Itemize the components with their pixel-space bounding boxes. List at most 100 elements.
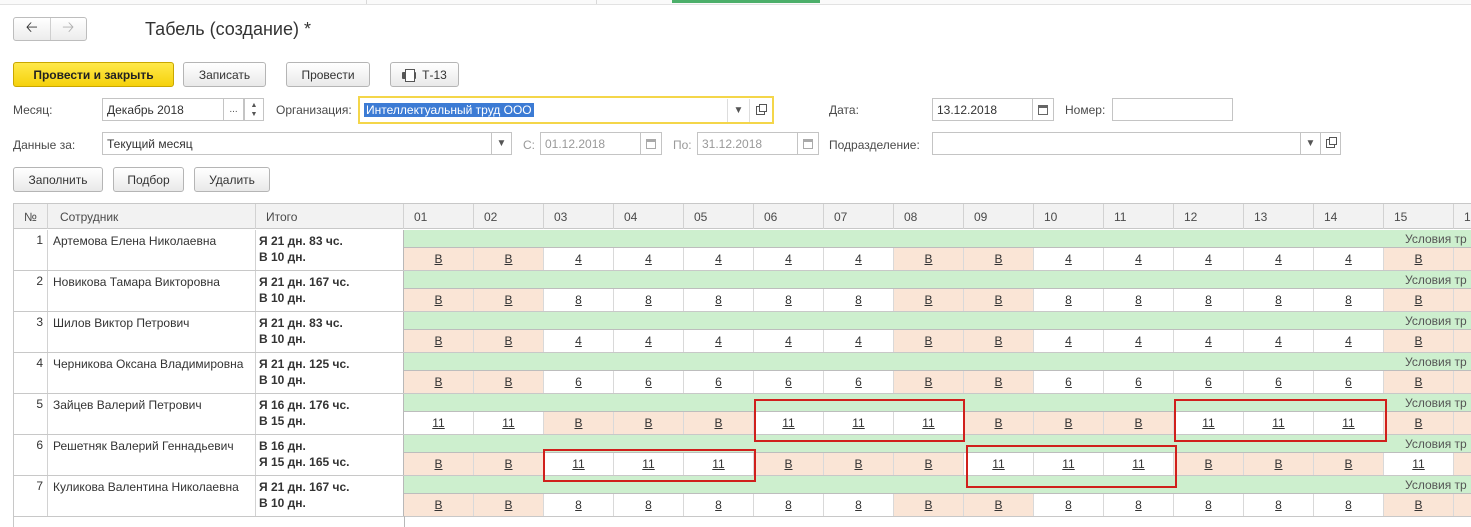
- select-button[interactable]: Подбор: [113, 167, 184, 192]
- day-cell[interactable]: В: [964, 289, 1034, 311]
- employee-name[interactable]: Решетняк Валерий Геннадьевич: [48, 435, 256, 475]
- day-cell[interactable]: В: [474, 494, 544, 516]
- column-header-day[interactable]: 08: [894, 204, 964, 229]
- column-header-day[interactable]: 11: [1104, 204, 1174, 229]
- employee-name[interactable]: Зайцев Валерий Петрович: [48, 394, 256, 434]
- day-cell[interactable]: [1454, 248, 1471, 270]
- day-cell[interactable]: В: [964, 371, 1034, 393]
- day-cell[interactable]: 6: [1174, 371, 1244, 393]
- day-cell[interactable]: В: [474, 453, 544, 475]
- day-cell[interactable]: 11: [964, 453, 1034, 475]
- column-header-day[interactable]: 12: [1174, 204, 1244, 229]
- day-cell[interactable]: В: [894, 494, 964, 516]
- day-cell[interactable]: В: [474, 371, 544, 393]
- day-cell[interactable]: В: [1384, 289, 1454, 311]
- day-cell[interactable]: 11: [824, 412, 894, 434]
- day-cell[interactable]: В: [474, 248, 544, 270]
- day-cell[interactable]: [1454, 494, 1471, 516]
- column-header-day[interactable]: 15: [1384, 204, 1454, 229]
- to-date-input[interactable]: 31.12.2018: [697, 132, 798, 155]
- day-cell[interactable]: 4: [1314, 330, 1384, 352]
- day-cell[interactable]: 4: [614, 248, 684, 270]
- day-cell[interactable]: 8: [754, 494, 824, 516]
- fill-button[interactable]: Заполнить: [13, 167, 103, 192]
- day-cell[interactable]: В: [474, 330, 544, 352]
- day-cell[interactable]: [1454, 330, 1471, 352]
- work-conditions-band[interactable]: Условия тр: [404, 230, 1471, 248]
- day-cell[interactable]: 8: [1174, 289, 1244, 311]
- employee-name[interactable]: Новикова Тамара Викторовна: [48, 271, 256, 311]
- day-cell[interactable]: В: [964, 248, 1034, 270]
- day-cell[interactable]: В: [474, 289, 544, 311]
- open-icon[interactable]: [1320, 132, 1341, 155]
- day-cell[interactable]: В: [1244, 453, 1314, 475]
- open-icon[interactable]: [749, 99, 771, 122]
- column-header-day[interactable]: 05: [684, 204, 754, 229]
- employee-name[interactable]: Черникова Оксана Владимировна: [48, 353, 256, 393]
- day-cell[interactable]: В: [964, 494, 1034, 516]
- period-select[interactable]: Текущий месяц: [102, 132, 492, 155]
- work-conditions-band[interactable]: Условия тр: [404, 435, 1471, 453]
- day-cell[interactable]: В: [1104, 412, 1174, 434]
- day-cell[interactable]: 6: [1104, 371, 1174, 393]
- save-button[interactable]: Записать: [183, 62, 266, 87]
- work-conditions-band[interactable]: Условия тр: [404, 394, 1471, 412]
- day-cell[interactable]: В: [894, 248, 964, 270]
- day-cell[interactable]: В: [614, 412, 684, 434]
- day-cell[interactable]: 11: [754, 412, 824, 434]
- day-cell[interactable]: 4: [754, 330, 824, 352]
- day-cell[interactable]: В: [1384, 371, 1454, 393]
- calendar-icon[interactable]: [1032, 98, 1054, 121]
- day-cell[interactable]: 4: [1244, 248, 1314, 270]
- column-header-day[interactable]: 01: [404, 204, 474, 229]
- chevron-down-icon[interactable]: ▼: [491, 132, 512, 155]
- day-cell[interactable]: 11: [1034, 453, 1104, 475]
- department-select[interactable]: [932, 132, 1301, 155]
- day-cell[interactable]: В: [1384, 248, 1454, 270]
- day-cell[interactable]: 8: [544, 289, 614, 311]
- day-cell[interactable]: 6: [544, 371, 614, 393]
- day-cell[interactable]: 4: [1174, 330, 1244, 352]
- day-cell[interactable]: 6: [614, 371, 684, 393]
- day-cell[interactable]: 4: [1104, 330, 1174, 352]
- table-row[interactable]: 5 Зайцев Валерий Петрович Я 16 дн. 176 чс.…: [14, 394, 1471, 435]
- day-cell[interactable]: В: [544, 412, 614, 434]
- table-row[interactable]: 7 Куликова Валентина Николаевна Я 21 дн. 1…: [14, 476, 1471, 517]
- column-header-day[interactable]: 04: [614, 204, 684, 229]
- day-cell[interactable]: 11: [1104, 453, 1174, 475]
- post-button[interactable]: Провести: [286, 62, 370, 87]
- chevron-down-icon[interactable]: ▼: [727, 99, 749, 122]
- day-cell[interactable]: 8: [1034, 289, 1104, 311]
- day-cell[interactable]: 4: [1034, 330, 1104, 352]
- day-cell[interactable]: 11: [544, 453, 614, 475]
- day-cell[interactable]: 8: [1314, 289, 1384, 311]
- day-cell[interactable]: В: [404, 371, 474, 393]
- day-cell[interactable]: 8: [1104, 494, 1174, 516]
- day-cell[interactable]: В: [404, 494, 474, 516]
- day-cell[interactable]: 11: [1314, 412, 1384, 434]
- day-cell[interactable]: 8: [614, 494, 684, 516]
- day-cell[interactable]: 6: [824, 371, 894, 393]
- column-header-day[interactable]: 14: [1314, 204, 1384, 229]
- month-stepper[interactable]: ▲ ▼: [244, 98, 264, 121]
- column-header-day[interactable]: 09: [964, 204, 1034, 229]
- day-cell[interactable]: 11: [474, 412, 544, 434]
- day-cell[interactable]: В: [894, 371, 964, 393]
- table-row[interactable]: 3 Шилов Виктор Петрович Я 21 дн. 83 чс. В 1…: [14, 312, 1471, 353]
- column-header-employee[interactable]: Сотрудник: [48, 204, 256, 229]
- day-cell[interactable]: 11: [1174, 412, 1244, 434]
- chevron-down-icon[interactable]: ▼: [1300, 132, 1321, 155]
- day-cell[interactable]: 4: [824, 330, 894, 352]
- day-cell[interactable]: 6: [1314, 371, 1384, 393]
- calendar-icon[interactable]: [640, 132, 662, 155]
- day-cell[interactable]: 4: [684, 330, 754, 352]
- post-and-close-button[interactable]: Провести и закрыть: [13, 62, 174, 87]
- arrow-right-icon[interactable]: 🡢: [49, 18, 87, 40]
- day-cell[interactable]: В: [1384, 412, 1454, 434]
- day-cell[interactable]: 8: [684, 494, 754, 516]
- column-header-day[interactable]: 06: [754, 204, 824, 229]
- caret-down-icon[interactable]: ▼: [251, 110, 258, 119]
- delete-button[interactable]: Удалить: [194, 167, 270, 192]
- column-header-day[interactable]: 02: [474, 204, 544, 229]
- calendar-icon[interactable]: [797, 132, 819, 155]
